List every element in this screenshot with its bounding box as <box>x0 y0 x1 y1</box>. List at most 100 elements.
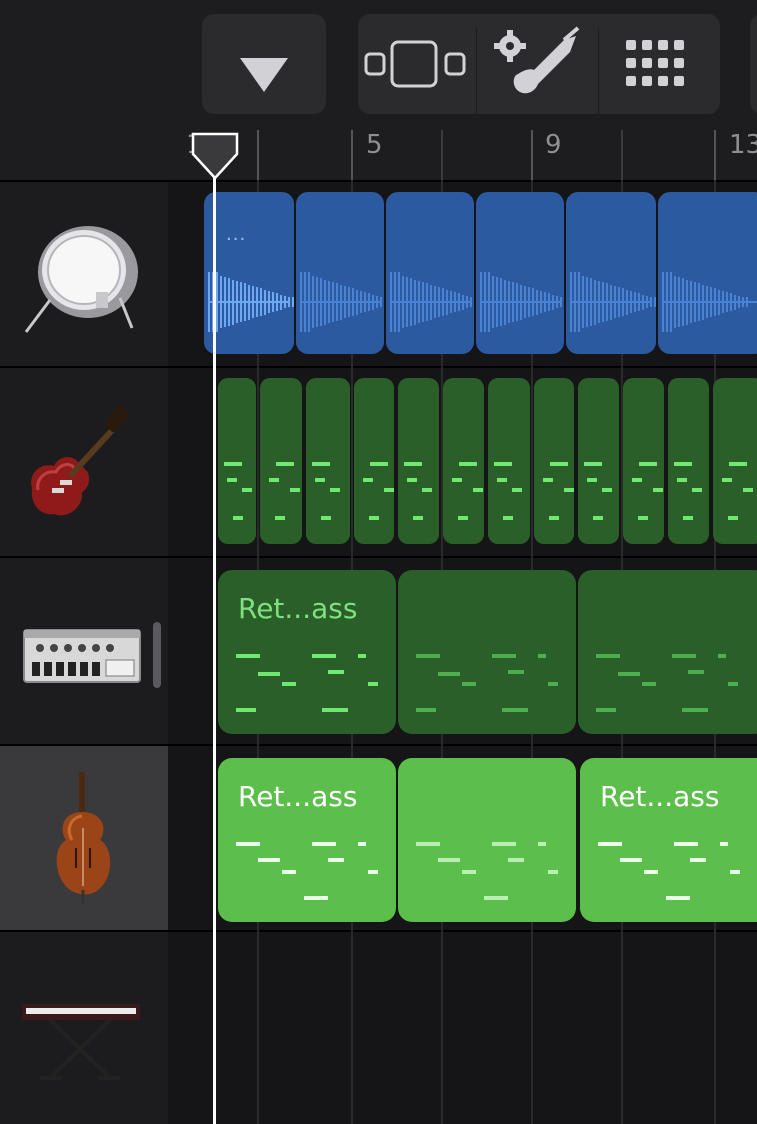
midi-note <box>438 672 460 676</box>
drum-region[interactable] <box>386 192 474 354</box>
midi-note <box>290 488 300 492</box>
synth-region[interactable] <box>398 570 576 734</box>
bass-region-label: Ret...ass <box>238 780 358 813</box>
midi-note <box>369 516 379 520</box>
drum-region[interactable] <box>296 192 384 354</box>
playhead-line[interactable] <box>213 160 216 1124</box>
guitar-region[interactable] <box>260 378 302 544</box>
midi-note <box>644 870 658 874</box>
guitar-region[interactable] <box>623 378 664 544</box>
waveform-bar <box>380 297 382 307</box>
midi-note <box>683 516 693 520</box>
bass-region[interactable]: Ret...ass <box>218 758 396 922</box>
midi-note <box>596 708 616 712</box>
bass-region[interactable]: Ret...ass <box>580 758 757 922</box>
midi-note <box>538 842 546 846</box>
midi-note <box>688 670 704 674</box>
guitar-region[interactable] <box>218 378 256 544</box>
midi-note <box>497 478 507 482</box>
midi-note <box>653 488 663 492</box>
guitar-region[interactable] <box>443 378 484 544</box>
midi-note <box>550 462 568 466</box>
midi-note <box>512 488 522 492</box>
drum-region-label: ... <box>226 224 247 245</box>
midi-note <box>258 858 280 862</box>
midi-note <box>462 870 476 874</box>
midi-note <box>233 516 243 520</box>
midi-note <box>328 858 344 862</box>
midi-note <box>674 462 692 466</box>
midi-note <box>692 488 702 492</box>
midi-note <box>404 462 422 466</box>
guitar-region[interactable] <box>488 378 530 544</box>
scroll-indicator[interactable] <box>153 622 161 688</box>
partial-toolbar-button[interactable] <box>750 14 757 114</box>
midi-note <box>538 654 546 658</box>
midi-note <box>492 842 516 846</box>
tracks-view-button[interactable] <box>358 14 476 114</box>
guitar-region[interactable] <box>354 378 394 544</box>
midi-note <box>720 842 728 846</box>
midi-note <box>330 488 340 492</box>
guitar-region[interactable] <box>398 378 439 544</box>
midi-note <box>422 488 432 492</box>
midi-note <box>236 842 260 846</box>
midi-note <box>587 478 597 482</box>
waveform-baseline <box>662 301 757 303</box>
drum-region[interactable] <box>204 192 294 354</box>
guitar-region[interactable] <box>306 378 350 544</box>
track-header-bass[interactable] <box>0 744 168 932</box>
midi-note <box>548 682 558 686</box>
midi-note <box>642 682 656 686</box>
triangle-down-icon <box>240 58 288 92</box>
synth-region[interactable]: Ret...ass <box>218 570 396 734</box>
midi-note <box>638 516 648 520</box>
timeline-ruler[interactable]: 1 5 9 13 <box>168 130 757 180</box>
playhead-handle[interactable] <box>190 132 240 180</box>
midi-note <box>729 462 747 466</box>
ruler-label-bar-13: 13 <box>729 130 757 160</box>
track-header-guitar[interactable] <box>0 366 168 558</box>
waveform-baseline <box>570 301 652 303</box>
midi-note <box>407 478 417 482</box>
midi-note <box>743 488 753 492</box>
midi-note <box>728 516 738 520</box>
guitar-region[interactable] <box>713 378 757 544</box>
midi-note <box>564 488 574 492</box>
track-area[interactable]: ... Ret...ass Ret...ass Ret...ass <box>168 180 757 1124</box>
grid-apps-button[interactable] <box>600 14 720 114</box>
track-header-synth[interactable] <box>0 556 168 746</box>
midi-note <box>598 842 622 846</box>
guitar-region[interactable] <box>578 378 619 544</box>
waveform-bar <box>470 297 472 307</box>
drum-region[interactable] <box>476 192 564 354</box>
midi-note <box>363 478 373 482</box>
midi-note <box>304 896 328 900</box>
track-header-drums[interactable] <box>0 180 168 368</box>
guitar-region[interactable] <box>668 378 709 544</box>
midi-note <box>602 488 612 492</box>
track-header-keyboard[interactable] <box>0 930 168 1124</box>
bass-drum-icon <box>24 226 138 333</box>
midi-note <box>682 708 708 712</box>
midi-note <box>312 842 336 846</box>
midi-note <box>384 488 394 492</box>
drum-region[interactable] <box>658 192 757 354</box>
drum-region[interactable] <box>566 192 656 354</box>
bass-region[interactable] <box>398 758 576 922</box>
midi-note <box>312 654 336 658</box>
instrument-settings-button[interactable] <box>478 14 598 114</box>
midi-note <box>452 478 462 482</box>
midi-note <box>368 682 378 686</box>
dropdown-button[interactable] <box>202 14 326 114</box>
midi-note <box>618 672 640 676</box>
midi-note <box>492 654 516 658</box>
midi-note <box>416 654 440 658</box>
guitar-region[interactable] <box>534 378 574 544</box>
midi-note <box>620 858 642 862</box>
midi-note <box>690 858 706 862</box>
midi-note <box>730 870 740 874</box>
midi-note <box>508 670 524 674</box>
midi-note <box>548 870 558 874</box>
synth-region[interactable] <box>578 570 757 734</box>
